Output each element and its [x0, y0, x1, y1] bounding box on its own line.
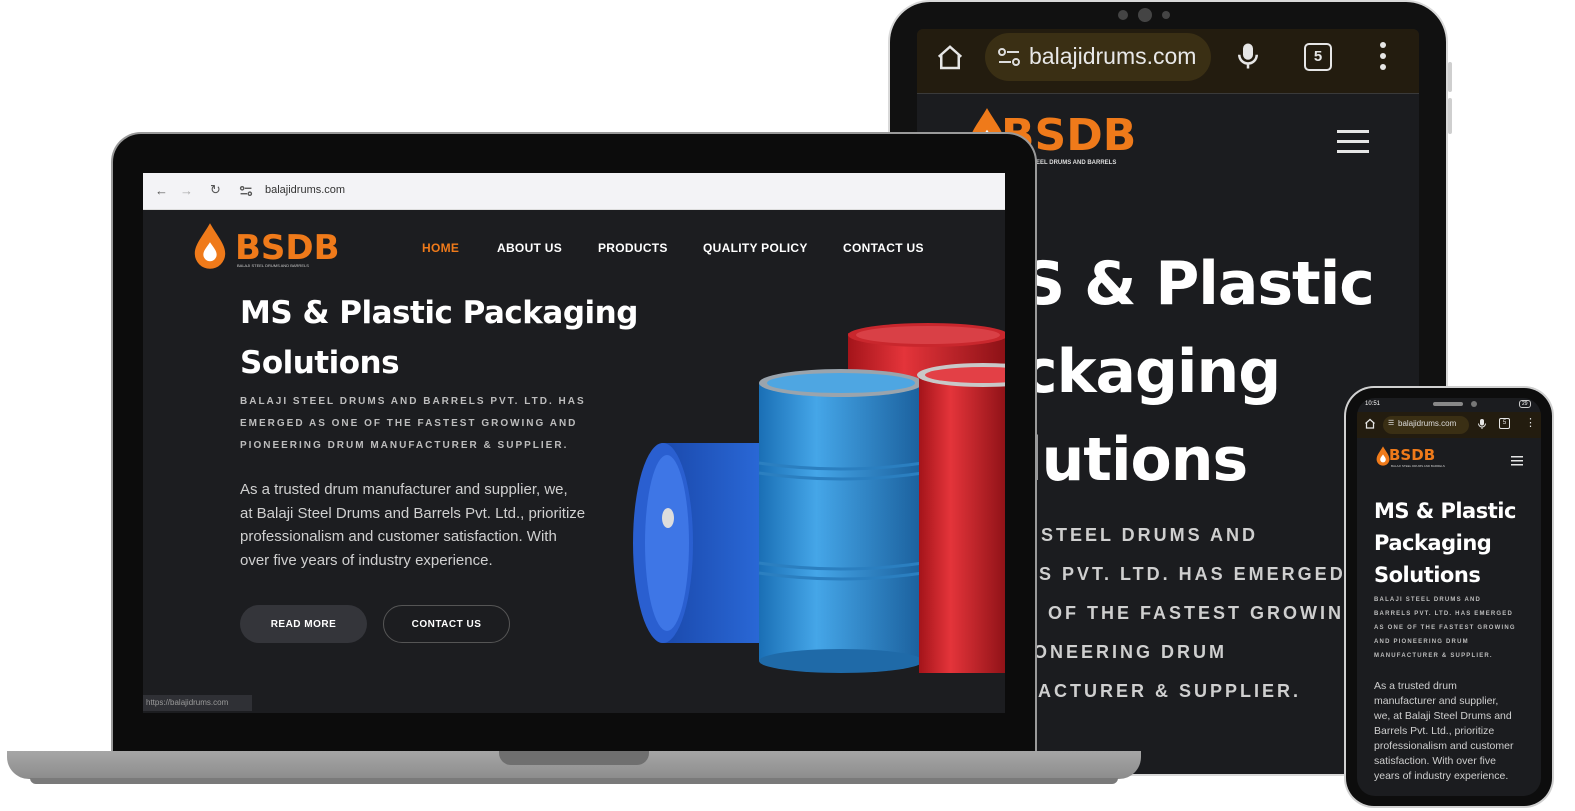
hamburger-menu-icon[interactable] [1511, 453, 1523, 471]
phone-screen: 10:51 29 ☰ balajidrums.com 5 ⋮ BSDB BALA… [1357, 398, 1541, 796]
phone-status-bar: 10:51 29 [1357, 398, 1541, 412]
tablet-hero-line: ckaging [1022, 337, 1281, 407]
hero-subtitle-line: BALAJI STEEL DRUMS AND BARRELS PVT. LTD.… [240, 396, 586, 407]
hero-subtitle-line: EMERGED AS ONE OF THE FASTEST GROWING AN… [240, 418, 578, 429]
tablet-address-bar[interactable]: balajidrums.com [985, 33, 1211, 81]
status-url-tooltip: https://balajidrums.com [143, 695, 252, 711]
phone-para-line: As a trusted drum [1374, 680, 1457, 692]
phone-sub-line: AND PIONEERING DRUM [1374, 639, 1469, 645]
nav-quality-policy[interactable]: QUALITY POLICY [703, 241, 808, 255]
phone-url-text: balajidrums.com [1398, 419, 1457, 428]
hero-paragraph-line: at Balaji Steel Drums and Barrels Pvt. L… [240, 505, 586, 522]
nav-products[interactable]: PRODUCTS [598, 241, 668, 255]
logo-tagline: BALAJI STEEL DRUMS AND BARRELS [237, 263, 309, 268]
phone-address-bar[interactable]: ☰ balajidrums.com [1383, 416, 1469, 434]
phone-para-line: professionalism and customer [1374, 740, 1514, 752]
tablet-sub-line: IONEERING DRUM [1025, 642, 1228, 662]
site-settings-icon[interactable] [997, 46, 1021, 73]
hero-paragraph-line: over five years of industry experience. [240, 552, 493, 569]
phone-para-line: manufacturer and supplier, [1374, 695, 1499, 707]
laptop-url-text[interactable]: balajidrums.com [265, 184, 345, 196]
reload-icon[interactable]: ↻ [210, 182, 221, 198]
more-menu-icon[interactable]: ⋮ [1525, 416, 1536, 429]
phone-para-line: Barrels Pvt. Ltd., prioritize [1374, 725, 1495, 737]
laptop-browser-toolbar: ← → ↻ balajidrums.com [143, 173, 1005, 210]
logo-text: BSDB [235, 228, 340, 268]
phone-title-line: Solutions [1374, 563, 1481, 587]
phone-sub-line: BALAJI STEEL DRUMS AND [1374, 597, 1482, 603]
tablet-camera [1138, 8, 1152, 22]
phone-title-line: Packaging [1374, 531, 1492, 555]
phone-para-line: years of industry experience. [1374, 770, 1509, 782]
status-time: 10:51 [1365, 401, 1381, 407]
laptop-logo[interactable]: BSDB BALAJI STEEL DRUMS AND BARRELS [191, 218, 340, 274]
phone-camera [1471, 401, 1477, 407]
laptop-notch [499, 751, 649, 765]
battery-icon: 29 [1519, 400, 1531, 408]
tab-count-button[interactable]: 5 [1304, 43, 1332, 71]
phone-para-line: satisfaction. With over five [1374, 755, 1496, 767]
hero-paragraph-line: As a trusted drum manufacturer and suppl… [240, 481, 568, 498]
read-more-button[interactable]: READ MORE [240, 605, 367, 643]
tablet-sub-line: I STEEL DRUMS AND [1025, 525, 1259, 545]
logo-text: BSDB [1389, 446, 1436, 464]
tablet-browser-toolbar: balajidrums.com 5 [917, 29, 1419, 94]
site-settings-icon[interactable]: ☰ [1388, 419, 1394, 427]
back-arrow-icon[interactable]: ← [155, 183, 168, 198]
home-icon[interactable] [935, 43, 965, 78]
tablet-sub-line: E OF THE FASTEST GROWING [1025, 603, 1362, 623]
hero-subtitle-line: PIONEERING DRUM MANUFACTURER & SUPPLIER. [240, 440, 569, 451]
laptop-screen: ← → ↻ balajidrums.com BSDB BALAJI STEEL … [143, 173, 1005, 713]
hero-title-line: MS & Plastic Packaging [240, 295, 638, 331]
tablet-sensor [1118, 10, 1128, 20]
site-settings-icon[interactable] [239, 184, 253, 202]
microphone-icon[interactable] [1477, 417, 1487, 435]
hero-title-line: Solutions [240, 345, 400, 381]
tab-count-button[interactable]: 5 [1499, 418, 1510, 429]
more-menu-icon[interactable] [1379, 41, 1387, 76]
tablet-sub-line: FACTURER & SUPPLIER. [1025, 681, 1302, 701]
phone-device: 10:51 29 ☰ balajidrums.com 5 ⋮ BSDB BALA… [1346, 388, 1552, 806]
logo-tagline: BALAJI STEEL DRUMS AND BARRELS [1391, 464, 1445, 468]
phone-logo[interactable]: BSDB BALAJI STEEL DRUMS AND BARRELS [1375, 444, 1445, 470]
tablet-sensor [1162, 11, 1170, 19]
microphone-icon[interactable] [1235, 41, 1261, 76]
nav-home[interactable]: HOME [422, 241, 459, 255]
phone-browser-toolbar: ☰ balajidrums.com 5 ⋮ [1357, 412, 1541, 438]
nav-contact-us[interactable]: CONTACT US [843, 241, 924, 255]
phone-para-line: we, at Balaji Steel Drums and [1374, 710, 1512, 722]
phone-sub-line: BARRELS PVT. LTD. HAS EMERGED [1374, 611, 1514, 617]
tablet-hero-line: S & Plastic [1022, 249, 1375, 319]
nav-about-us[interactable]: ABOUT US [497, 241, 562, 255]
contact-us-button[interactable]: CONTACT US [383, 605, 510, 643]
hamburger-menu-icon[interactable] [1337, 130, 1369, 159]
tablet-hero-line: lutions [1022, 425, 1248, 495]
phone-speaker [1433, 402, 1463, 406]
drums-image [633, 323, 1005, 673]
forward-arrow-icon[interactable]: → [180, 183, 193, 198]
phone-title-line: MS & Plastic [1374, 499, 1516, 523]
laptop-foot [30, 778, 1118, 784]
phone-sub-line: AS ONE OF THE FASTEST GROWING [1374, 625, 1516, 631]
tablet-url-text: balajidrums.com [1029, 43, 1197, 69]
logo-drop-icon [194, 223, 226, 269]
phone-sub-line: MANUFACTURER & SUPPLIER. [1374, 653, 1493, 659]
home-icon[interactable] [1364, 417, 1376, 435]
tablet-sub-line: LS PVT. LTD. HAS EMERGED [1025, 564, 1346, 584]
hero-paragraph-line: professionalism and customer satisfactio… [240, 528, 557, 545]
